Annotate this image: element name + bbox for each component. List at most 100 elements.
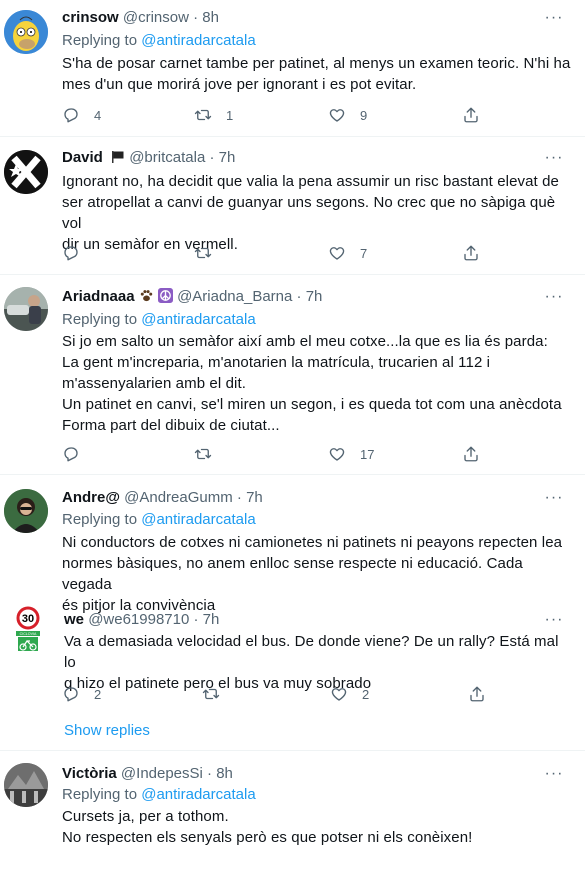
reply-button[interactable]: 2	[62, 684, 101, 704]
reply-icon	[64, 687, 78, 702]
avatar[interactable]: 30 CICLOVIA	[6, 606, 50, 656]
author-handle[interactable]: @britcatala	[129, 149, 205, 166]
timestamp[interactable]: 7h	[203, 611, 220, 628]
more-icon[interactable]: ···	[543, 490, 565, 512]
reply-icon	[64, 447, 78, 462]
retweet-button[interactable]	[194, 243, 226, 263]
share-icon	[464, 107, 478, 123]
timestamp[interactable]: 7h	[246, 489, 263, 506]
replying-label: Replying to	[62, 311, 138, 328]
avatar[interactable]	[4, 489, 48, 533]
author-handle[interactable]: @Ariadna_Barna	[177, 288, 292, 305]
david-avatar-image	[4, 150, 48, 194]
action-bar: 4 1 9	[62, 105, 482, 125]
author-name[interactable]: David	[62, 149, 103, 166]
more-icon[interactable]: ···	[543, 10, 565, 32]
reply-count: 4	[94, 107, 102, 123]
like-button[interactable]: 7	[328, 243, 367, 263]
reply-button[interactable]	[62, 243, 94, 263]
retweet-button[interactable]	[194, 444, 226, 464]
author-name[interactable]: we	[64, 611, 84, 628]
tweet-text: S'ha de posar carnet tambe per patinet, …	[62, 55, 571, 93]
author-name[interactable]: crinsow	[62, 9, 119, 26]
share-icon	[464, 245, 478, 261]
author-handle[interactable]: @IndepesSi	[121, 765, 203, 782]
replying-to-link[interactable]: @antiradarcatala	[141, 511, 255, 528]
timestamp[interactable]: 8h	[216, 765, 233, 782]
reply-icon	[64, 246, 78, 261]
share-button[interactable]	[462, 444, 480, 464]
separator-dot: ·	[296, 288, 302, 305]
more-icon[interactable]: ···	[543, 150, 565, 172]
reply-button[interactable]: 4	[62, 105, 101, 125]
paw-icon	[139, 288, 154, 303]
reply-count: 2	[94, 686, 102, 702]
like-icon	[329, 448, 345, 461]
tweet-david[interactable]: David @britcatala · 7h ··· Ignorant no, …	[0, 137, 585, 274]
timestamp[interactable]: 7h	[306, 288, 323, 305]
share-icon	[464, 446, 478, 462]
separator-dot: ·	[236, 489, 242, 506]
like-count: 2	[362, 686, 370, 702]
more-icon[interactable]: ···	[543, 289, 565, 311]
speed-limit-sign-avatar-image: 30 CICLOVIA	[16, 606, 40, 651]
separator-dot: ·	[193, 9, 199, 26]
replying-to-link[interactable]: @antiradarcatala	[141, 311, 255, 328]
retweet-icon	[194, 448, 212, 460]
author-handle[interactable]: @AndreaGumm	[124, 489, 233, 506]
tweet-crinsow[interactable]: crinsow @crinsow · 8h ··· Replying to @a…	[0, 0, 585, 135]
avatar[interactable]	[4, 150, 48, 194]
peace-icon	[157, 288, 173, 303]
retweet-icon	[202, 688, 220, 700]
homer-avatar-image	[4, 10, 48, 54]
action-bar: 7	[62, 243, 482, 263]
replying-to-link[interactable]: @antiradarcatala	[141, 786, 255, 803]
action-bar: 2 2	[62, 684, 484, 704]
replying-to: Replying to @antiradarcatala	[62, 310, 256, 330]
like-button[interactable]: 2	[330, 684, 369, 704]
show-replies-link[interactable]: Show replies	[64, 722, 150, 739]
more-icon[interactable]: ···	[543, 766, 565, 788]
tweet-ariadnaaa[interactable]: Ariadnaaa @Ariadna_Barna · 7h ··· Replyi…	[0, 275, 585, 474]
retweet-button[interactable]	[202, 684, 234, 704]
author-name[interactable]: Victòria	[62, 765, 117, 782]
tweet-victoria[interactable]: Victòria @IndepesSi · 8h ··· Replying to…	[0, 751, 585, 869]
author-name[interactable]: Andre@	[62, 489, 120, 506]
replying-label: Replying to	[62, 786, 138, 803]
like-count: 17	[360, 446, 375, 462]
replying-to-link[interactable]: @antiradarcatala	[141, 32, 255, 49]
reply-button[interactable]	[62, 444, 94, 464]
tweet-we[interactable]: 30 CICLOVIA we @we61998710 · 7h ··· Va a…	[0, 600, 585, 710]
author-handle[interactable]: @crinsow	[123, 9, 189, 26]
share-icon	[470, 686, 484, 702]
like-count: 9	[360, 107, 368, 123]
timestamp[interactable]: 7h	[219, 149, 236, 166]
tweet-andrea[interactable]: Andre@ @AndreaGumm · 7h ··· Replying to …	[0, 475, 585, 614]
like-button[interactable]: 9	[328, 105, 367, 125]
retweet-button[interactable]: 1	[194, 105, 233, 125]
ariadna-avatar-image	[4, 287, 48, 331]
avatar[interactable]	[4, 763, 48, 807]
avatar[interactable]	[4, 287, 48, 331]
speed-limit-number: 30	[22, 613, 34, 625]
timestamp[interactable]: 8h	[202, 9, 219, 26]
avatar[interactable]	[4, 10, 48, 54]
replying-label: Replying to	[62, 511, 138, 528]
like-button[interactable]: 17	[328, 444, 374, 464]
replying-label: Replying to	[62, 32, 138, 49]
author-name[interactable]: Ariadnaaa	[62, 288, 135, 305]
share-button[interactable]	[462, 243, 480, 263]
flag-icon	[111, 150, 125, 164]
tweet-text: Si jo em salto un semàfor així amb el me…	[62, 333, 562, 434]
retweet-count: 1	[226, 107, 234, 123]
sign-caption: CICLOVIA	[20, 632, 37, 636]
tweet-text: Cursets ja, per a tothom. No respecten e…	[62, 808, 473, 846]
author-handle[interactable]: @we61998710	[88, 611, 189, 628]
replying-to: Replying to @antiradarcatala	[62, 31, 256, 51]
like-icon	[329, 247, 345, 260]
share-button[interactable]	[462, 105, 480, 125]
retweet-icon	[194, 109, 212, 121]
reply-icon	[64, 108, 78, 123]
like-icon	[329, 109, 345, 122]
share-button[interactable]	[468, 684, 486, 704]
